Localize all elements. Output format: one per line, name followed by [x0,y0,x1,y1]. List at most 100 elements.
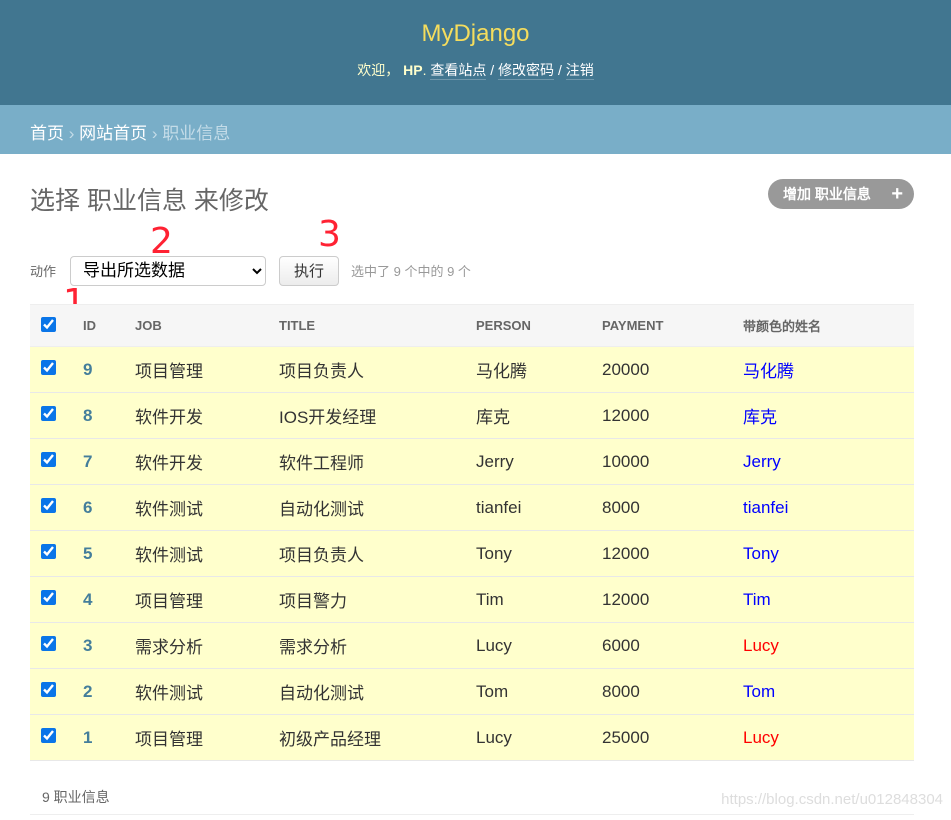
row-checkbox[interactable] [41,497,56,513]
actions-bar: 动作 导出所选数据 执行 选中了 9 个中的 9 个 [30,255,471,286]
cell-job: 软件测试 [135,530,279,577]
breadcrumb-current: 职业信息 [162,124,231,143]
run-action-button[interactable]: 执行 [279,255,340,286]
page-title: 选择 职业信息 来修改 [30,187,269,215]
row-id-link[interactable]: 1 [83,728,92,747]
cell-job: 项目管理 [135,714,279,761]
cell-title: 初级产品经理 [279,714,476,761]
row-checkbox[interactable] [41,543,56,559]
table-row: 5 软件测试 项目负责人 Tony 12000 Tony [30,530,914,577]
select-all-checkbox[interactable] [41,316,56,332]
cell-colored-name: 库克 [743,392,914,439]
row-id-link[interactable]: 2 [83,682,92,701]
cell-person: Jerry [476,438,602,485]
plus-icon: + [891,183,903,205]
cell-title: 需求分析 [279,622,476,669]
row-id-link[interactable]: 9 [83,360,92,379]
watermark: https://blog.csdn.net/u012848304 [721,791,943,808]
cell-title: IOS开发经理 [279,392,476,439]
cell-job: 软件测试 [135,668,279,715]
row-id-link[interactable]: 6 [83,498,92,517]
cell-colored-name: Jerry [743,438,914,485]
cell-colored-name: Tim [743,576,914,623]
row-id-link[interactable]: 5 [83,544,92,563]
table-row: 4 项目管理 项目警力 Tim 12000 Tim [30,576,914,623]
row-id-link[interactable]: 3 [83,636,92,655]
cell-colored-name: 马化腾 [743,346,914,393]
breadcrumb-home[interactable]: 首页 [30,124,64,143]
cell-payment: 10000 [602,438,743,485]
cell-payment: 8000 [602,668,743,715]
actions-label: 动作 [30,264,57,279]
cell-job: 软件开发 [135,438,279,485]
column-header-person[interactable]: PERSON [476,304,602,347]
row-id-link[interactable]: 8 [83,406,92,425]
cell-job: 需求分析 [135,622,279,669]
cell-person: 库克 [476,392,602,439]
add-button[interactable]: 增加 职业信息 + [768,179,914,209]
cell-colored-name: tianfei [743,484,914,531]
table-row: 3 需求分析 需求分析 Lucy 6000 Lucy [30,622,914,669]
cell-colored-name: Tony [743,530,914,577]
logout-link[interactable]: 注销 [565,62,594,80]
cell-title: 自动化测试 [279,668,476,715]
site-header: MyDjango 欢迎， HP. 查看站点 / 修改密码 / 注销 [0,0,951,105]
cell-person: Lucy [476,622,602,669]
cell-title: 软件工程师 [279,438,476,485]
column-header-id[interactable]: ID [75,304,135,347]
row-id-link[interactable]: 4 [83,590,92,609]
cell-payment: 20000 [602,346,743,393]
annotation-3: 3 [318,214,341,255]
cell-payment: 12000 [602,576,743,623]
cell-payment: 6000 [602,622,743,669]
table-row: 7 软件开发 软件工程师 Jerry 10000 Jerry [30,438,914,485]
column-header-job[interactable]: JOB [135,304,279,347]
cell-colored-name: Lucy [743,622,914,669]
cell-colored-name: Tom [743,668,914,715]
site-brand[interactable]: MyDjango [0,20,951,48]
breadcrumb-app[interactable]: 网站首页 [79,124,147,143]
column-header-title[interactable]: TITLE [279,304,476,347]
cell-job: 软件开发 [135,392,279,439]
welcome-text: 欢迎， [357,62,400,78]
cell-title: 项目警力 [279,576,476,623]
cell-title: 自动化测试 [279,484,476,531]
table-row: 6 软件测试 自动化测试 tianfei 8000 tianfei [30,484,914,531]
username: HP [403,62,423,78]
cell-person: Tim [476,576,602,623]
cell-title: 项目负责人 [279,346,476,393]
view-site-link[interactable]: 查看站点 [430,62,487,80]
column-header-colored-name: 带颜色的姓名 [743,304,914,347]
annotation-2: 2 [150,221,173,262]
cell-colored-name: Lucy [743,714,914,761]
table-row: 1 项目管理 初级产品经理 Lucy 25000 Lucy [30,714,914,761]
cell-person: 马化腾 [476,346,602,393]
breadcrumb: 首页 › 网站首页 › 职业信息 [0,105,951,154]
cell-payment: 25000 [602,714,743,761]
row-checkbox[interactable] [41,589,56,605]
result-count: 9 职业信息 [42,788,110,805]
cell-payment: 8000 [602,484,743,531]
cell-title: 项目负责人 [279,530,476,577]
add-button-label: 增加 职业信息 [783,186,871,202]
cell-job: 软件测试 [135,484,279,531]
column-header-payment[interactable]: PAYMENT [602,304,743,347]
results-table: ID JOB TITLE PERSON PAYMENT 带颜色的姓名 9 项目管… [30,304,914,761]
row-checkbox[interactable] [41,727,56,743]
row-checkbox[interactable] [41,451,56,467]
row-id-link[interactable]: 7 [83,452,92,471]
change-password-link[interactable]: 修改密码 [498,62,555,80]
cell-person: Lucy [476,714,602,761]
selection-counter: 选中了 9 个中的 9 个 [351,264,471,279]
row-checkbox[interactable] [41,681,56,697]
table-row: 9 项目管理 项目负责人 马化腾 20000 马化腾 [30,346,914,393]
cell-job: 项目管理 [135,346,279,393]
row-checkbox[interactable] [41,359,56,375]
row-checkbox[interactable] [41,405,56,421]
cell-person: tianfei [476,484,602,531]
user-tools: 欢迎， HP. 查看站点 / 修改密码 / 注销 [357,62,594,80]
cell-job: 项目管理 [135,576,279,623]
row-checkbox[interactable] [41,635,56,651]
table-row: 2 软件测试 自动化测试 Tom 8000 Tom [30,668,914,715]
cell-person: Tom [476,668,602,715]
